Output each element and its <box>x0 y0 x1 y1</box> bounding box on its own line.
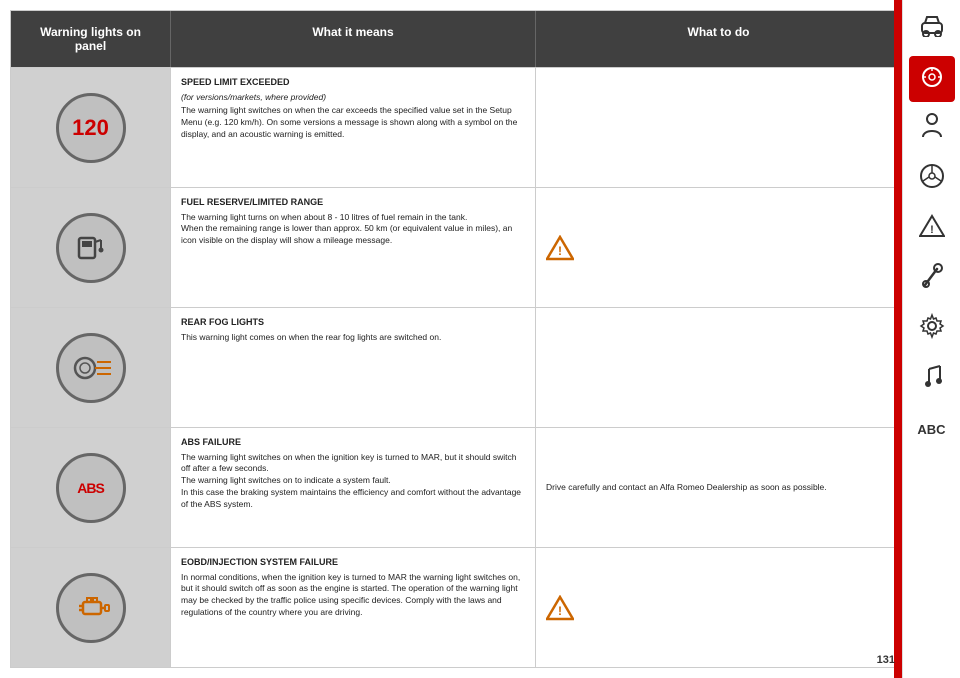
speed-warning-icon: 120 <box>56 93 126 163</box>
table-header: Warning lights on panel What it means Wh… <box>11 11 901 67</box>
sidebar: ! <box>902 0 960 678</box>
dashboard-icon <box>919 65 945 93</box>
action-cell-engine: ! <box>536 548 901 667</box>
row-meaning-abs: The warning light switches on when the i… <box>181 452 525 511</box>
car-icon <box>919 15 945 43</box>
abs-action-text: Drive carefully and contact an Alfa Rome… <box>546 482 827 494</box>
engine-warning-icon <box>56 573 126 643</box>
row-subtitle-speed: (for versions/markets, where provided) <box>181 92 525 104</box>
sidebar-item-steering[interactable] <box>909 156 955 202</box>
action-cell-speed <box>536 68 901 187</box>
icon-cell-abs: ABS <box>11 428 171 547</box>
row-meaning-speed: The warning light switches on when the c… <box>181 105 525 141</box>
row-meaning-engine: In normal conditions, when the ignition … <box>181 572 525 620</box>
icon-cell-fog <box>11 308 171 427</box>
table-row: ABS ABS FAILURE The warning light switch… <box>11 427 901 547</box>
triangle-icon: ! <box>919 214 945 244</box>
sidebar-item-wrench[interactable] <box>909 256 955 302</box>
sidebar-item-dashboard[interactable] <box>909 56 955 102</box>
row-meaning-fog: This warning light comes on when the rea… <box>181 332 525 344</box>
sidebar-item-car[interactable] <box>909 6 955 52</box>
action-cell-abs: Drive carefully and contact an Alfa Rome… <box>536 428 901 547</box>
row-meaning-fuel: The warning light turns on when about 8 … <box>181 212 525 248</box>
action-cell-fuel: ! <box>536 188 901 307</box>
table-row: EOBD/INJECTION SYSTEM FAILURE In normal … <box>11 547 901 667</box>
music-icon <box>921 363 943 395</box>
sidebar-item-music[interactable] <box>909 356 955 402</box>
row-title-speed: SPEED LIMIT EXCEEDED <box>181 76 525 89</box>
action-cell-fog <box>536 308 901 427</box>
person-icon <box>921 113 943 145</box>
sidebar-item-person[interactable] <box>909 106 955 152</box>
svg-text:!: ! <box>930 224 934 236</box>
fog-warning-icon <box>56 333 126 403</box>
page-number: 131 <box>877 654 895 666</box>
row-title-engine: EOBD/INJECTION SYSTEM FAILURE <box>181 556 525 569</box>
icon-cell-engine <box>11 548 171 667</box>
meaning-cell-engine: EOBD/INJECTION SYSTEM FAILURE In normal … <box>171 548 536 667</box>
svg-text:!: ! <box>558 604 562 618</box>
sidebar-item-gear[interactable] <box>909 306 955 352</box>
meaning-cell-fog: REAR FOG LIGHTS This warning light comes… <box>171 308 536 427</box>
row-title-abs: ABS FAILURE <box>181 436 525 449</box>
table-row: 120 SPEED LIMIT EXCEEDED (for versions/m… <box>11 67 901 187</box>
sidebar-item-warning[interactable]: ! <box>909 206 955 252</box>
table-body: 120 SPEED LIMIT EXCEEDED (for versions/m… <box>11 67 901 667</box>
table-row: REAR FOG LIGHTS This warning light comes… <box>11 307 901 427</box>
icon-cell-fuel <box>11 188 171 307</box>
sidebar-item-abc[interactable]: ABC <box>909 406 955 452</box>
abc-icon: ABC <box>917 422 945 437</box>
warning-triangle-amber-icon: ! <box>546 595 574 621</box>
red-accent-bar <box>894 0 902 678</box>
col-header-panel: Warning lights on panel <box>11 11 171 67</box>
icon-cell-speed: 120 <box>11 68 171 187</box>
row-title-fog: REAR FOG LIGHTS <box>181 316 525 329</box>
fuel-warning-icon <box>56 213 126 283</box>
warning-triangle-icon: ! <box>546 235 574 261</box>
col-header-action: What to do <box>536 11 901 67</box>
wrench-icon <box>921 263 943 295</box>
col-header-meaning: What it means <box>171 11 536 67</box>
steering-icon <box>919 163 945 195</box>
gear-icon <box>919 313 945 345</box>
svg-text:!: ! <box>558 244 562 258</box>
row-title-fuel: FUEL RESERVE/LIMITED RANGE <box>181 196 525 209</box>
meaning-cell-abs: ABS FAILURE The warning light switches o… <box>171 428 536 547</box>
table-row: FUEL RESERVE/LIMITED RANGE The warning l… <box>11 187 901 307</box>
meaning-cell-fuel: FUEL RESERVE/LIMITED RANGE The warning l… <box>171 188 536 307</box>
abs-warning-icon: ABS <box>56 453 126 523</box>
meaning-cell-speed: SPEED LIMIT EXCEEDED (for versions/marke… <box>171 68 536 187</box>
